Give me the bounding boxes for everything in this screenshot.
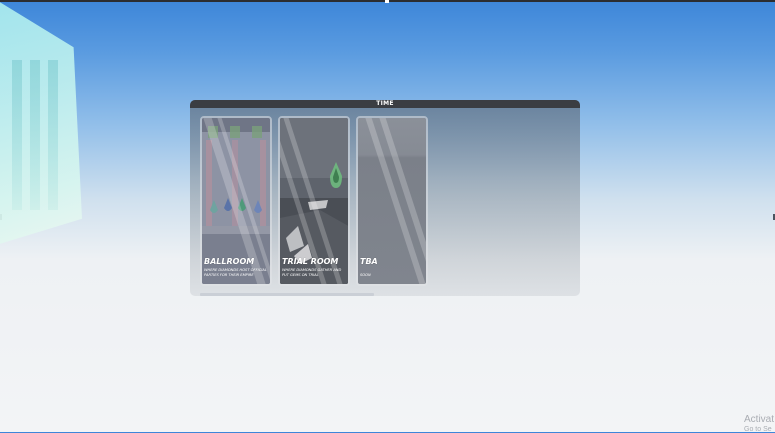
tba-description: SOON <box>360 272 371 277</box>
trial-room-description: WHERE DIAMONDS GATHER AND PUT GEMS ON TR… <box>282 268 342 277</box>
ballroom-description: WHERE DIAMONDS HOST OFFICIAL PARTIES FOR… <box>204 268 267 277</box>
tba-title: TBA <box>360 257 378 266</box>
card-shine <box>375 118 426 284</box>
trial-room-title: TRIAL ROOM <box>282 257 339 266</box>
tba-card[interactable]: TBA SOON <box>356 116 428 286</box>
building-window <box>48 60 58 210</box>
activation-watermark-line1: Activat <box>744 414 775 425</box>
background-building <box>0 0 110 260</box>
building-window <box>30 60 40 210</box>
panel-title: TIME <box>190 100 580 108</box>
horizontal-scrollbar[interactable] <box>200 293 374 296</box>
trial-room-card[interactable]: TRIAL ROOM WHERE DIAMONDS GATHER AND PUT… <box>278 116 350 286</box>
building-window <box>12 60 22 210</box>
ballroom-card[interactable]: BALLROOM WHERE DIAMONDS HOST OFFICIAL PA… <box>200 116 272 286</box>
ballroom-title: BALLROOM <box>204 257 255 266</box>
top-center-indicator <box>385 0 389 3</box>
time-selection-panel: TIME BALLROOM WHERE DIAMONDS HOST OFFICI… <box>190 100 580 296</box>
